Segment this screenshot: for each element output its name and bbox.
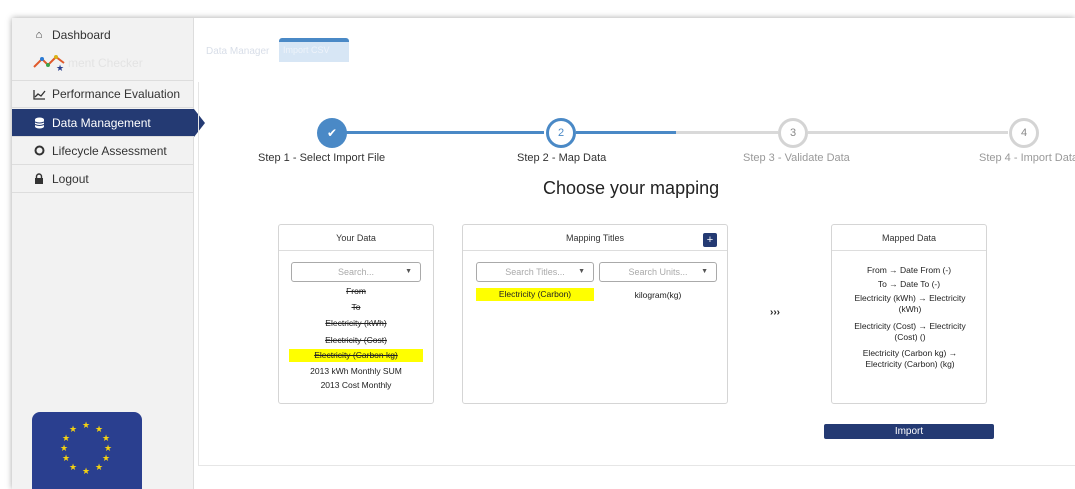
sidebar-item-label: ment Checker [68,56,143,70]
selected-title[interactable]: Electricity (Carbon) [476,288,594,301]
mapping-titles-panel: Mapping Titles Search Titles... ▼ Search… [462,224,728,404]
star-icon: ★ [102,453,111,463]
arrows-icon: ››› [770,307,780,318]
step-connector [676,131,778,134]
step-4-label: Step 4 - Import Data [979,152,1075,164]
mapped-row: Electricity (kWh) → Electricity (kWh) [854,293,966,314]
add-mapping-button[interactable]: + [703,233,717,247]
list-item[interactable]: 2013 Cost Monthly [279,380,433,390]
star-icon: ★ [60,443,69,453]
import-button[interactable]: Import [824,424,994,439]
sidebar-item-logout[interactable]: Logout [12,165,194,193]
step-1-circle[interactable]: ✔ [317,118,347,148]
check-icon: ✔ [326,126,338,140]
star-icon: ★ [102,433,111,443]
step-4-circle[interactable]: 4 [1009,118,1039,148]
panel-header: Mapping Titles [463,225,727,251]
sidebar-item-label: Dashboard [52,28,111,42]
star-icon: ★ [69,462,78,472]
star-icon: ★ [95,462,104,472]
list-item[interactable]: Electricity (kWh) [279,318,433,328]
sidebar-item-dashboard[interactable]: ⌂ Dashboard [12,24,194,46]
step-3-circle[interactable]: 3 [778,118,808,148]
step-3-label: Step 3 - Validate Data [743,152,850,164]
sidebar-item-label: Lifecycle Assessment [52,143,167,158]
database-icon [32,117,46,129]
tab-import-csv[interactable]: Import CSV [279,38,349,62]
sidebar-item-label: Performance Evaluation [52,87,181,101]
svg-text:★: ★ [56,63,64,73]
your-data-panel: Your Data Search... ▼ From To Electricit… [278,224,434,404]
sidebar-item-label: Logout [52,171,89,186]
step-connector [808,131,1008,134]
line-chart-icon [32,89,46,100]
lock-icon [32,173,46,184]
step-2-circle[interactable]: 2 [546,118,576,148]
page-title: Choose your mapping [543,178,720,198]
star-icon: ★ [104,443,113,453]
mapped-row: Electricity (Carbon kg) → Electricity (C… [862,348,958,369]
search-units-select[interactable]: Search Units... ▼ [599,262,717,282]
chevron-down-icon: ▼ [578,268,585,275]
star-icon: ★ [69,424,78,434]
star-icon: ★ [82,420,91,430]
circle-icon [32,145,46,156]
list-item[interactable]: From [279,286,433,296]
list-item[interactable]: 2013 kWh Monthly SUM [279,366,433,376]
step-connector [576,131,676,134]
chevron-down-icon: ▼ [405,268,412,275]
list-item[interactable]: Electricity (Cost) [279,335,433,345]
sidebar-item-data-management[interactable]: Data Management [12,109,205,137]
sidebar-item-performance-evaluation[interactable]: Performance Evaluation [12,80,194,108]
step-2-label: Step 2 - Map Data [517,152,607,164]
list-item-highlighted[interactable]: Electricity (Carbon kg) [289,349,423,362]
star-icon: ★ [82,466,91,476]
panel-header: Your Data [279,225,433,251]
your-data-search[interactable]: Search... ▼ [291,262,421,282]
checker-icon: ★ [32,53,66,73]
mapped-row: To → Date To (-) [877,279,941,289]
list-item[interactable]: To [279,302,433,312]
mapped-row: From → Date From (-) [866,265,952,275]
sidebar-item-label: Data Management [52,115,151,130]
step-connector [344,131,544,134]
sidebar-item-lifecycle-assessment[interactable]: Lifecycle Assessment [12,137,194,165]
panel-header: Mapped Data [832,225,986,251]
selected-unit[interactable]: kilogram(kg) [599,290,717,300]
step-1-label: Step 1 - Select Import File [258,152,386,164]
star-icon: ★ [62,433,71,443]
tab-data-manager[interactable]: Data Manager [206,46,269,57]
eu-flag-logo: ★ ★ ★ ★ ★ ★ ★ ★ ★ ★ ★ ★ [32,412,142,489]
sidebar-item-checker[interactable]: ★ ment Checker [12,48,194,78]
mapped-data-panel: Mapped Data From → Date From (-) To → Da… [831,224,987,404]
mapped-row: Electricity (Cost) → Electricity (Cost) … [854,321,966,342]
chevron-down-icon: ▼ [701,268,708,275]
dashboard-icon: ⌂ [35,29,43,41]
search-titles-select[interactable]: Search Titles... ▼ [476,262,594,282]
